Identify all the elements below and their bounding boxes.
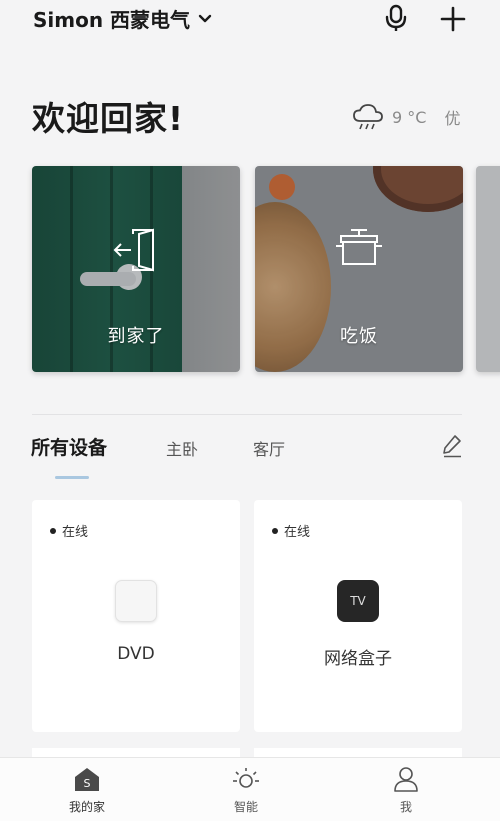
scene-label: 到家了 bbox=[107, 326, 165, 347]
home-s-icon: S bbox=[75, 768, 99, 791]
dvd-player-icon bbox=[115, 580, 157, 622]
scene-card-eat[interactable]: 吃饭 bbox=[255, 166, 463, 372]
tv-box-icon: TV bbox=[337, 580, 379, 622]
online-dot bbox=[272, 527, 278, 534]
active-tab-indicator bbox=[55, 476, 89, 479]
device-card-dvd[interactable]: 在线 DVD bbox=[32, 500, 240, 732]
scene-label: 吃饭 bbox=[340, 326, 378, 347]
tabbar-item-smart[interactable]: 智能 bbox=[206, 766, 286, 815]
device-name: DVD bbox=[117, 644, 155, 664]
door-enter-icon bbox=[113, 228, 154, 272]
microphone-icon[interactable] bbox=[384, 4, 408, 32]
temperature-value: 9 °C bbox=[392, 107, 427, 127]
sun-icon bbox=[233, 768, 259, 788]
air-quality-value: 优 bbox=[444, 109, 461, 128]
online-dot bbox=[50, 527, 56, 534]
section-divider bbox=[32, 414, 462, 415]
tab-all-devices[interactable]: 所有设备 bbox=[31, 433, 107, 460]
svg-text:S: S bbox=[84, 777, 91, 790]
tabbar-item-me[interactable]: 我 bbox=[366, 766, 446, 815]
weather-widget[interactable]: 9 °C 优 bbox=[352, 103, 460, 131]
device-card-network-box[interactable]: 在线 TV 网络盒子 bbox=[254, 500, 462, 732]
scene-card-arrive-home[interactable]: 到家了 bbox=[32, 166, 240, 372]
top-bar: Simon 西蒙电气 bbox=[0, 0, 500, 40]
scene-card-next[interactable] bbox=[476, 166, 500, 372]
home-selector[interactable]: Simon 西蒙电气 bbox=[33, 4, 212, 33]
cloud-rain-icon bbox=[353, 104, 383, 130]
cooking-pot-icon bbox=[336, 229, 382, 265]
device-status: 在线 bbox=[50, 521, 88, 540]
tab-master-bedroom[interactable]: 主卧 bbox=[166, 436, 198, 460]
pencil-icon[interactable] bbox=[442, 434, 462, 458]
room-tabs: 所有设备 主卧 客厅 bbox=[0, 430, 500, 480]
tab-living-room[interactable]: 客厅 bbox=[253, 436, 285, 460]
bottom-tab-bar: S 我的家 智能 我 bbox=[0, 757, 500, 821]
chevron-down-icon bbox=[198, 14, 212, 22]
tabbar-item-my-home[interactable]: S 我的家 bbox=[47, 766, 127, 815]
home-name: Simon 西蒙电气 bbox=[33, 8, 191, 32]
device-name: 网络盒子 bbox=[324, 649, 392, 669]
device-status: 在线 bbox=[272, 521, 310, 540]
person-icon bbox=[394, 767, 418, 792]
plus-icon[interactable] bbox=[440, 6, 466, 32]
welcome-heading: 欢迎回家! bbox=[32, 99, 185, 138]
